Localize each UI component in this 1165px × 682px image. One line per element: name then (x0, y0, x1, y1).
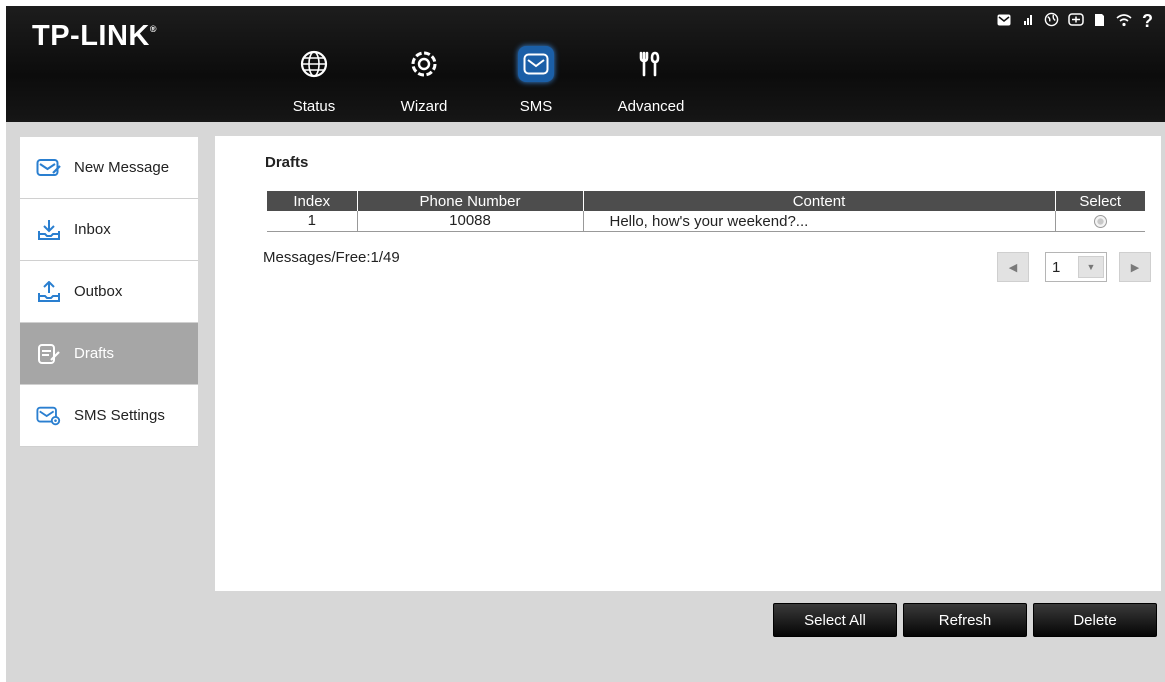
table-header-row: Index Phone Number Content Select (267, 191, 1145, 211)
battery-icon (1068, 13, 1084, 29)
sidebar-item-label: Outbox (74, 283, 123, 300)
new-message-icon (36, 157, 62, 179)
nav-status[interactable]: Status (274, 40, 354, 122)
signal-icon (1020, 13, 1035, 29)
help-icon[interactable]: ? (1140, 12, 1155, 30)
pagination: ◀ 1 ▼ ▶ (997, 252, 1151, 282)
next-page-button[interactable]: ▶ (1119, 252, 1151, 282)
cell-phone-number: 10088 (357, 211, 584, 232)
tp-link-logo: TP-LINK® (32, 20, 158, 52)
prev-page-button[interactable]: ◀ (997, 252, 1029, 282)
drafts-icon (36, 343, 62, 365)
sidebar-item-outbox[interactable]: Outbox (20, 261, 198, 323)
table-row[interactable]: 1 10088 Hello, how's your weekend?... (267, 211, 1145, 232)
column-header-content: Content (583, 191, 1056, 211)
nav-label: Advanced (617, 98, 685, 115)
nav-wizard[interactable]: Wizard (384, 40, 464, 122)
drafts-table: Index Phone Number Content Select 1 1008… (267, 191, 1145, 232)
sidebar-item-label: New Message (74, 159, 170, 176)
page-select-value: 1 (1052, 258, 1061, 276)
sms-settings-icon (36, 405, 62, 427)
column-header-select: Select (1055, 191, 1145, 211)
envelope-icon (518, 46, 554, 82)
gear-icon (406, 46, 442, 82)
sidebar-item-drafts[interactable]: Drafts (20, 323, 198, 385)
chevron-down-icon: ▼ (1078, 256, 1104, 278)
sidebar-item-label: SMS Settings (74, 407, 165, 424)
sidebar-item-label: Inbox (74, 221, 111, 238)
cell-select (1055, 211, 1145, 232)
top-header: TP-LINK® ? Status Wizard SMS Advanced (6, 6, 1165, 122)
globe-icon (296, 46, 332, 82)
sidebar-item-inbox[interactable]: Inbox (20, 199, 198, 261)
page-select[interactable]: 1 ▼ (1045, 252, 1107, 282)
nav-label: Status (292, 98, 336, 115)
drafts-panel: Drafts Index Phone Number Content Select… (215, 136, 1161, 591)
wifi-icon (1116, 13, 1132, 30)
nav-label: SMS (519, 98, 553, 115)
messages-free-count: Messages/Free:1/49 (263, 249, 400, 266)
inbox-icon (36, 219, 62, 241)
cell-index: 1 (267, 211, 358, 232)
select-all-button[interactable]: Select All (773, 603, 897, 637)
envelope-icon[interactable] (996, 13, 1011, 29)
chevron-right-icon: ▶ (1130, 261, 1140, 274)
sidebar-item-label: Drafts (74, 345, 115, 362)
tools-icon (633, 46, 669, 82)
refresh-button[interactable]: Refresh (903, 603, 1027, 637)
globe-icon (1044, 12, 1059, 30)
sms-sidebar: New Message Inbox Outbox Drafts SMS Sett… (20, 137, 198, 447)
column-header-phone: Phone Number (357, 191, 584, 211)
page-title: Drafts (265, 154, 309, 171)
sidebar-item-sms-settings[interactable]: SMS Settings (20, 385, 198, 447)
cell-content[interactable]: Hello, how's your weekend?... (583, 211, 1056, 232)
nav-label: Wizard (400, 98, 448, 115)
sidebar-item-new-message[interactable]: New Message (20, 137, 198, 199)
nav-advanced[interactable]: Advanced (611, 40, 691, 122)
status-icon-bar: ? (996, 12, 1155, 30)
chevron-left-icon: ◀ (1008, 261, 1018, 274)
select-radio[interactable] (1093, 214, 1107, 228)
outbox-icon (36, 280, 62, 303)
sd-card-icon (1092, 13, 1107, 30)
delete-button[interactable]: Delete (1033, 603, 1157, 637)
nav-sms[interactable]: SMS (496, 40, 576, 122)
column-header-index: Index (267, 191, 358, 211)
